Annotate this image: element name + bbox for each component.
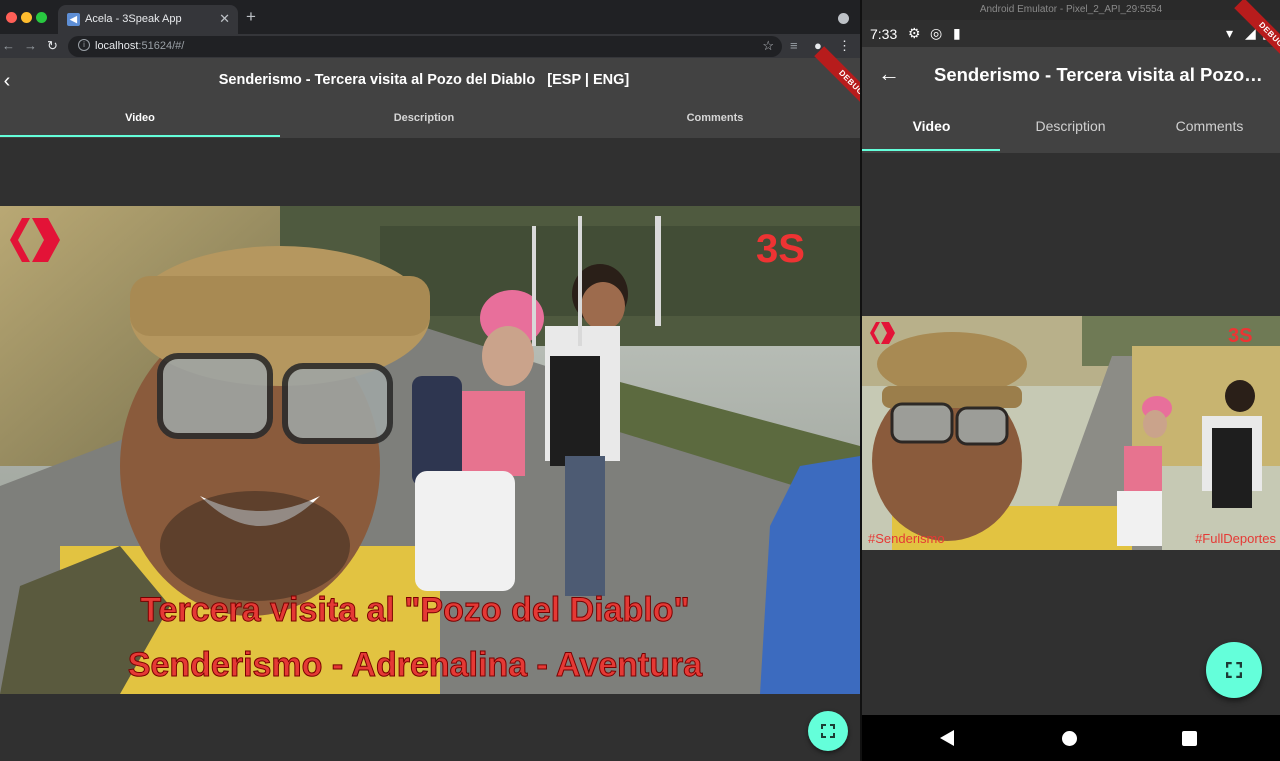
web-app-bar: ‹ Senderismo - Tercera visita al Pozo de… [0, 58, 860, 138]
web-page-title: Senderismo - Tercera visita al Pozo del … [218, 72, 630, 88]
new-tab-button[interactable]: + [246, 8, 256, 25]
chrome-menu-dot-icon[interactable] [838, 13, 849, 24]
settings-gear-icon: ⚙ [908, 25, 921, 41]
web-tab-comments[interactable]: Comments [575, 112, 855, 124]
web-video-player[interactable]: 3S Tercera visita al "Pozo del Diablo" S… [0, 206, 860, 694]
media-control-icon[interactable]: ≡ [790, 37, 798, 55]
forward-arrow-icon[interactable]: → [24, 37, 37, 55]
sd-card-icon: ▮ [953, 25, 961, 41]
site-info-icon[interactable]: i [78, 39, 90, 51]
web-fullscreen-button[interactable] [808, 711, 848, 751]
video-caption-line2: Senderismo - Adrenalina - Aventura [128, 646, 703, 684]
flutter-favicon-icon: ◀ [67, 13, 80, 26]
fullscreen-icon [821, 724, 835, 738]
emulator-tab-indicator [862, 149, 1000, 151]
minimize-window-button[interactable] [21, 12, 32, 23]
browser-tab[interactable]: ◀ Acela - 3Speak App ✕ [58, 5, 238, 34]
video-caption-line1: Tercera visita al "Pozo del Diablo" [140, 591, 689, 629]
close-window-button[interactable] [6, 12, 17, 23]
url-host: localhost [95, 40, 139, 52]
emulator-tab-comments[interactable]: Comments [1140, 118, 1279, 134]
emulator-fullscreen-button[interactable] [1206, 642, 1262, 698]
browser-toolbar: ← → ↻ i localhost:51624/#/ ☆ ≡ ● ⋮ [0, 34, 860, 58]
emulator-page-title: Senderismo - Tercera visita al Pozo del … [934, 64, 1264, 85]
nav-recents-icon[interactable] [1182, 731, 1197, 746]
video-tag-right: #FullDeportes [1195, 531, 1276, 546]
emulator-tab-description[interactable]: Description [1001, 118, 1140, 134]
kebab-menu-icon[interactable]: ⋮ [838, 37, 851, 55]
back-arrow-icon[interactable]: ← [2, 37, 15, 55]
status-time: 7:33 [870, 26, 898, 42]
bookmark-star-icon[interactable]: ☆ [762, 38, 774, 54]
android-nav-bar [862, 715, 1280, 761]
sync-status-icon: ◎ [930, 25, 943, 41]
zoom-window-button[interactable] [36, 12, 47, 23]
android-status-bar: 7:33 ⚙ ◎ ▮ ▾ ◢ ▮ [862, 20, 1280, 47]
emulator-window-title: Android Emulator - Pixel_2_API_29:5554 [979, 4, 1163, 15]
emulator-title-bar: Android Emulator - Pixel_2_API_29:5554 [862, 0, 1280, 20]
web-tab-description[interactable]: Description [284, 112, 564, 124]
video-frame-image: 3S Tercera visita al "Pozo del Diablo" S… [0, 206, 860, 694]
android-emulator-window: Android Emulator - Pixel_2_API_29:5554 7… [862, 0, 1280, 761]
address-bar[interactable]: i localhost:51624/#/ ☆ [68, 36, 782, 57]
emulator-video-player[interactable]: 3S #Senderismo #FullDeportes [862, 316, 1280, 550]
emulator-tab-video[interactable]: Video [862, 118, 1001, 134]
threespeak-logo-icon: 3S [756, 227, 805, 271]
web-tab-video[interactable]: Video [0, 112, 280, 124]
emulator-threespeak-logo-icon: 3S [1228, 325, 1252, 347]
tab-title: Acela - 3Speak App [85, 13, 182, 25]
emulator-back-arrow-icon[interactable]: ← [878, 61, 900, 87]
nav-home-icon[interactable] [1062, 731, 1077, 746]
emulator-video-frame-image: 3S #Senderismo #FullDeportes [862, 316, 1280, 550]
reload-icon[interactable]: ↻ [47, 37, 58, 55]
nav-back-icon[interactable] [940, 730, 954, 746]
url-path: :51624/#/ [138, 40, 185, 52]
url-text: localhost:51624/#/ [95, 40, 184, 52]
wifi-icon: ▾ [1226, 25, 1234, 41]
tab-strip: ◀ Acela - 3Speak App ✕ + [0, 0, 860, 34]
fullscreen-icon [1226, 662, 1242, 678]
chrome-window: ◀ Acela - 3Speak App ✕ + ← → ↻ i localho… [0, 0, 860, 761]
web-tab-indicator [0, 135, 280, 137]
emulator-app-bar: ← Senderismo - Tercera visita al Pozo de… [862, 47, 1280, 153]
video-tag-left: #Senderismo [868, 531, 945, 546]
tab-close-icon[interactable]: ✕ [219, 11, 230, 27]
